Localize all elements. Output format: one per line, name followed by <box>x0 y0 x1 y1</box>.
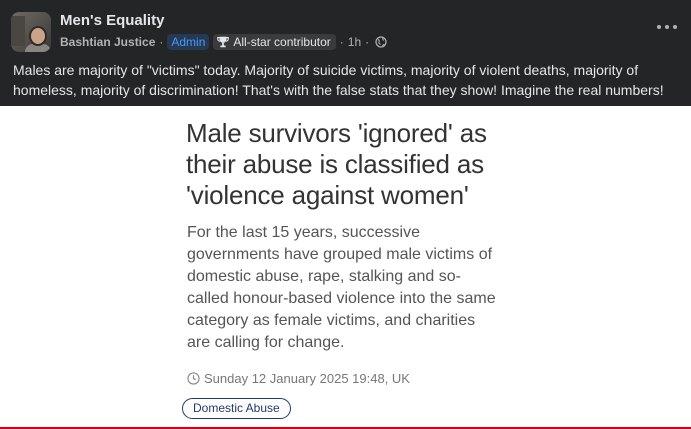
clock-icon <box>187 372 200 385</box>
group-name-link[interactable]: Men's Equality <box>60 12 164 29</box>
timestamp-text: Sunday 12 January 2025 19:48, UK <box>204 371 410 386</box>
meta-separator: · <box>365 35 370 49</box>
article-standfirst: For the last 15 years, successive govern… <box>187 224 496 351</box>
article-headline: Male survivors 'ignored' as their abuse … <box>186 118 487 210</box>
meta-separator: · <box>339 35 344 49</box>
post-time-link[interactable]: 1h <box>348 35 361 49</box>
avatar-face <box>29 26 47 46</box>
shared-article-image[interactable]: Male survivors 'ignored' as their abuse … <box>0 106 691 429</box>
topic-tag[interactable]: Domestic Abuse <box>182 398 291 419</box>
more-options-icon[interactable] <box>657 20 677 34</box>
contributor-badge[interactable]: All-star contributor <box>213 34 336 50</box>
author-name-link[interactable]: Bashtian Justice <box>60 35 155 49</box>
admin-badge[interactable]: Admin <box>167 34 210 50</box>
contributor-badge-label: All-star contributor <box>233 35 331 49</box>
group-avatar[interactable] <box>11 12 51 52</box>
trophy-icon <box>217 36 230 48</box>
post-meta: Bashtian Justice · Admin All-star contri… <box>60 33 387 51</box>
meta-separator: · <box>159 35 164 49</box>
post-header: Men's Equality Bashtian Justice · Admin … <box>0 0 691 58</box>
post-body-text: Males are majority of "victims" today. M… <box>13 62 664 98</box>
globe-icon[interactable] <box>375 36 387 48</box>
article-timestamp: Sunday 12 January 2025 19:48, UK <box>187 371 410 386</box>
dot <box>657 25 661 29</box>
dot <box>665 25 669 29</box>
avatar-background <box>11 16 25 46</box>
dot <box>673 25 677 29</box>
